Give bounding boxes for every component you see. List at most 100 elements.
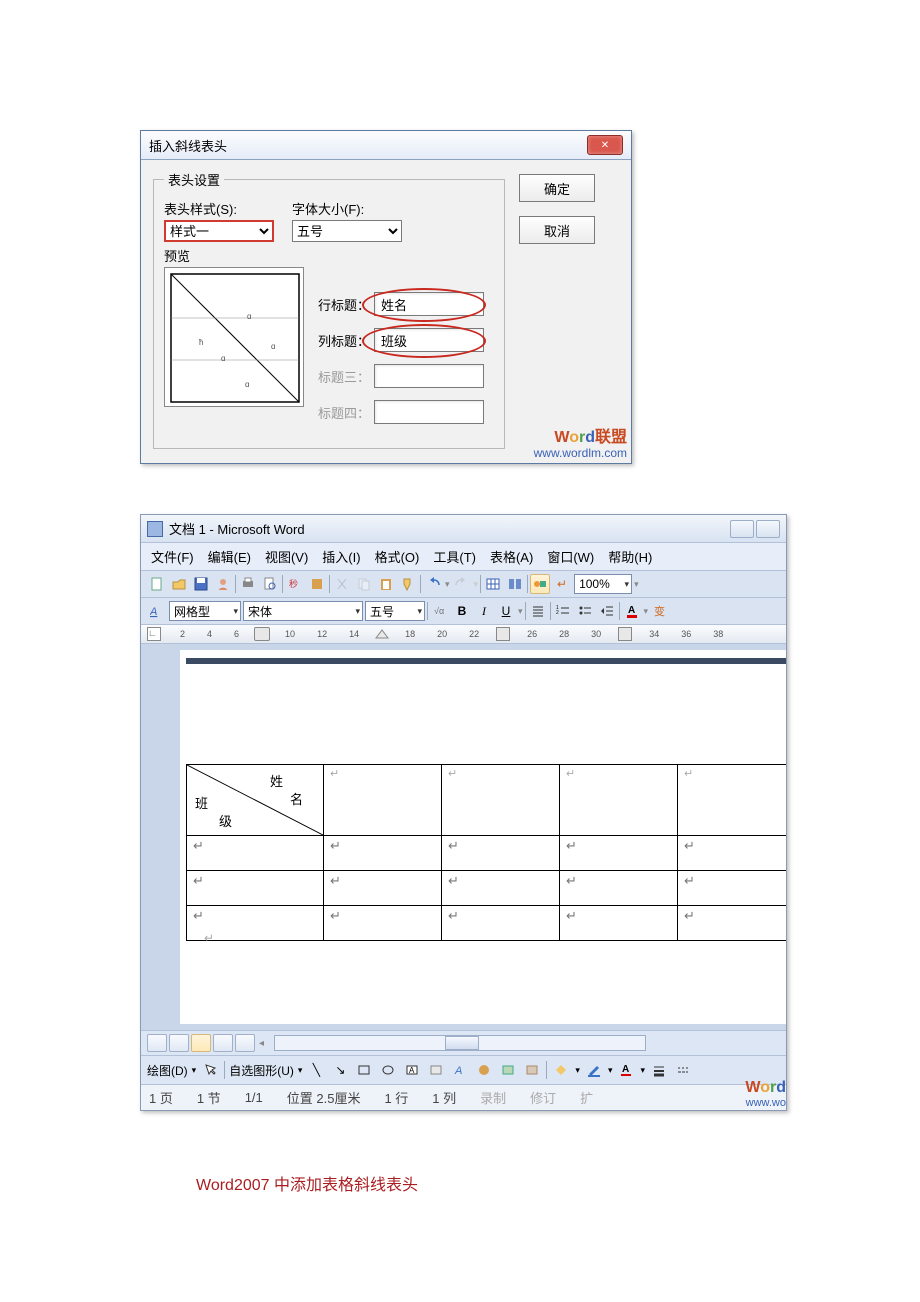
tab-selector-icon[interactable]: ∟ bbox=[147, 627, 161, 641]
bullets-icon[interactable] bbox=[575, 601, 595, 621]
title4-input[interactable] bbox=[374, 400, 484, 424]
cut-icon[interactable] bbox=[332, 574, 352, 594]
line-icon[interactable]: ╲ bbox=[306, 1060, 326, 1080]
picture-icon[interactable] bbox=[498, 1060, 518, 1080]
web-view-icon[interactable] bbox=[169, 1034, 189, 1052]
table-icon[interactable] bbox=[483, 574, 503, 594]
title3-input[interactable] bbox=[374, 364, 484, 388]
open-icon[interactable] bbox=[169, 574, 189, 594]
first-line-indent-icon[interactable] bbox=[374, 628, 390, 640]
numbering-icon[interactable]: 12 bbox=[553, 601, 573, 621]
columns-icon[interactable] bbox=[505, 574, 525, 594]
table-column-marker-icon[interactable] bbox=[618, 627, 632, 641]
italic-icon[interactable]: I bbox=[474, 601, 494, 621]
maximize-icon[interactable] bbox=[756, 520, 780, 538]
zoom-select[interactable]: 100% bbox=[574, 574, 632, 594]
app-titlebar[interactable]: 文档 1 - Microsoft Word bbox=[141, 515, 786, 543]
drawing-toolbar[interactable]: 绘图(D)▾ 自选图形(U)▾ ╲ ↘ A A ▾ ▾ A▾ bbox=[141, 1055, 786, 1084]
arrow-icon[interactable]: ↘ bbox=[330, 1060, 350, 1080]
app-title: 文档 1 - Microsoft Word bbox=[169, 519, 728, 538]
textbox-icon[interactable]: A bbox=[402, 1060, 422, 1080]
view-button-bar[interactable]: ◂ bbox=[141, 1031, 786, 1055]
formatting-toolbar[interactable]: A 网格型 宋体 五号 √α B I U ▾ 12 A ▾ 变 bbox=[141, 598, 786, 625]
drawing-icon[interactable] bbox=[530, 574, 550, 594]
font-color-icon[interactable]: A bbox=[622, 601, 642, 621]
preview-icon[interactable] bbox=[260, 574, 280, 594]
undo-icon[interactable] bbox=[423, 574, 443, 594]
ok-button[interactable]: 确定 bbox=[519, 174, 595, 202]
dialog-titlebar[interactable]: 插入斜线表头 ✕ bbox=[141, 131, 631, 160]
redo-icon[interactable] bbox=[452, 574, 472, 594]
indent-marker-icon[interactable] bbox=[254, 627, 270, 641]
menu-help[interactable]: 帮助(H) bbox=[608, 547, 652, 566]
cancel-button[interactable]: 取消 bbox=[519, 216, 595, 244]
row-title-label: 行标题： bbox=[314, 295, 370, 314]
style-select[interactable]: 网格型 bbox=[169, 601, 241, 621]
clipart-icon[interactable] bbox=[474, 1060, 494, 1080]
status-bar: 1 页 1 节 1/1 位置 2.5厘米 1 行 1 列 录制 修订 扩 bbox=[141, 1084, 786, 1110]
show-hide-icon[interactable]: ↵ bbox=[552, 574, 572, 594]
font-select[interactable]: 宋体 bbox=[243, 601, 363, 621]
new-icon[interactable] bbox=[147, 574, 167, 594]
spelling-icon[interactable]: 秒 bbox=[285, 574, 305, 594]
horizontal-ruler[interactable]: ∟ 2 4 6 10 12 14 18 20 22 26 28 30 34 36… bbox=[141, 625, 786, 644]
document-area[interactable]: 姓 名 班 级 ↵ ↵ ↵ ↵ ↵↵↵↵↵ ↵↵↵↵↵ ↵↵↵↵↵ ↵ bbox=[180, 650, 787, 1024]
print-layout-view-icon[interactable] bbox=[191, 1034, 211, 1052]
horizontal-scrollbar[interactable] bbox=[274, 1035, 646, 1051]
font-color2-icon[interactable]: A bbox=[616, 1060, 636, 1080]
align-justify-icon[interactable] bbox=[528, 601, 548, 621]
permission-icon[interactable] bbox=[213, 574, 233, 594]
title4-label: 标题四： bbox=[314, 403, 370, 422]
menu-view[interactable]: 视图(V) bbox=[265, 547, 308, 566]
menu-edit[interactable]: 编辑(E) bbox=[208, 547, 251, 566]
reading-view-icon[interactable] bbox=[235, 1034, 255, 1052]
menu-tools[interactable]: 工具(T) bbox=[433, 547, 476, 566]
menu-insert[interactable]: 插入(I) bbox=[322, 547, 360, 566]
diagram-icon[interactable]: A bbox=[450, 1060, 470, 1080]
minimize-icon[interactable] bbox=[730, 520, 754, 538]
svg-text:2: 2 bbox=[556, 610, 559, 616]
fill-color-icon[interactable] bbox=[551, 1060, 571, 1080]
indent-icon[interactable] bbox=[597, 601, 617, 621]
paste-icon[interactable] bbox=[376, 574, 396, 594]
standard-toolbar[interactable]: 秒 ▾ ▾ ↵ 100% ▾ bbox=[141, 571, 786, 598]
print-icon[interactable] bbox=[238, 574, 258, 594]
close-icon[interactable]: ✕ bbox=[587, 135, 623, 155]
col-title-label: 列标题： bbox=[314, 331, 370, 350]
font-size-select[interactable]: 五号 bbox=[292, 220, 402, 242]
picture2-icon[interactable] bbox=[522, 1060, 542, 1080]
line-style-icon[interactable] bbox=[649, 1060, 669, 1080]
menu-table[interactable]: 表格(A) bbox=[490, 547, 533, 566]
normal-view-icon[interactable] bbox=[147, 1034, 167, 1052]
line-color-icon[interactable] bbox=[584, 1060, 604, 1080]
header-style-select[interactable]: 样式一 bbox=[164, 220, 274, 242]
menu-window[interactable]: 窗口(W) bbox=[547, 547, 594, 566]
menu-file[interactable]: 文件(F) bbox=[151, 547, 194, 566]
research-icon[interactable] bbox=[307, 574, 327, 594]
outline-view-icon[interactable] bbox=[213, 1034, 233, 1052]
underline-icon[interactable]: U bbox=[496, 601, 516, 621]
status-col: 1 列 bbox=[432, 1088, 456, 1107]
save-icon[interactable] bbox=[191, 574, 211, 594]
menu-format[interactable]: 格式(O) bbox=[375, 547, 420, 566]
oval-icon[interactable] bbox=[378, 1060, 398, 1080]
format-painter-icon[interactable] bbox=[398, 574, 418, 594]
wordart-icon[interactable] bbox=[426, 1060, 446, 1080]
char-border-icon[interactable]: 变 bbox=[650, 601, 670, 621]
row-title-input[interactable]: 姓名 bbox=[374, 292, 484, 316]
menu-bar[interactable]: 文件(F) 编辑(E) 视图(V) 插入(I) 格式(O) 工具(T) 表格(A… bbox=[141, 543, 786, 571]
dash-style-icon[interactable] bbox=[673, 1060, 693, 1080]
rectangle-icon[interactable] bbox=[354, 1060, 374, 1080]
col-title-input[interactable]: 班级 bbox=[374, 328, 484, 352]
svg-text:秒: 秒 bbox=[289, 578, 298, 589]
phonetic-icon[interactable]: √α bbox=[430, 601, 450, 621]
bold-icon[interactable]: B bbox=[452, 601, 472, 621]
styles-icon[interactable]: A bbox=[147, 601, 167, 621]
document-table[interactable]: 姓 名 班 级 ↵ ↵ ↵ ↵ ↵↵↵↵↵ ↵↵↵↵↵ ↵↵↵↵↵ bbox=[186, 764, 787, 941]
copy-icon[interactable] bbox=[354, 574, 374, 594]
fontsize-select[interactable]: 五号 bbox=[365, 601, 425, 621]
draw-menu[interactable]: 绘图(D) bbox=[147, 1062, 188, 1079]
table-column-marker-icon[interactable] bbox=[496, 627, 510, 641]
select-objects-icon[interactable] bbox=[200, 1060, 220, 1080]
autoshapes-menu[interactable]: 自选图形(U) bbox=[229, 1062, 294, 1079]
